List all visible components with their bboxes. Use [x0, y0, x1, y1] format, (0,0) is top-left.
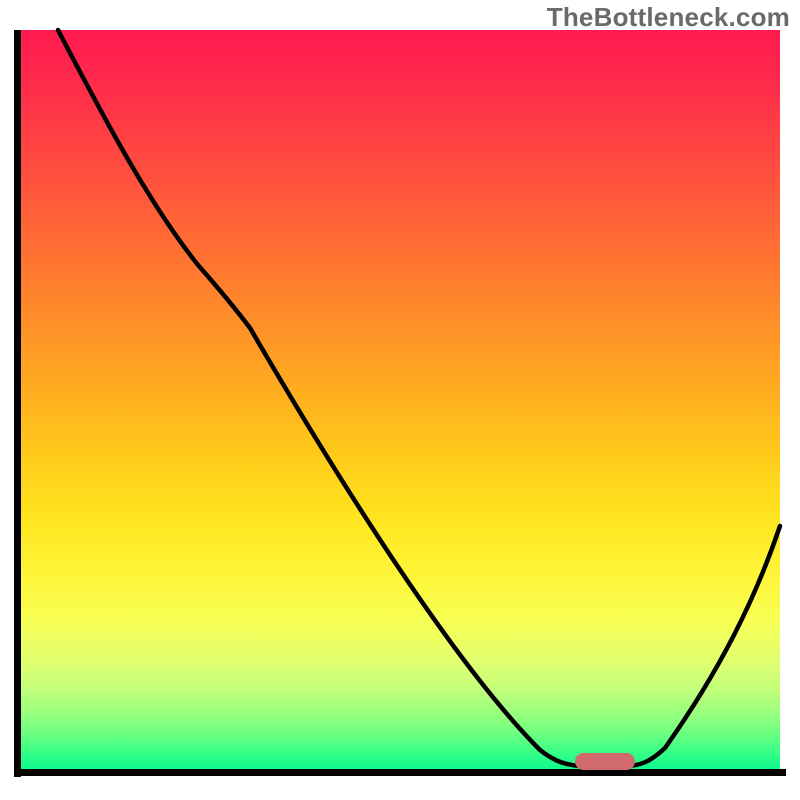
optimal-marker [575, 753, 635, 770]
chart-container: TheBottleneck.com [0, 0, 800, 800]
watermark-label: TheBottleneck.com [547, 2, 790, 33]
line-curve-svg [20, 30, 780, 770]
bottleneck-curve [58, 30, 780, 766]
x-axis-line [14, 769, 786, 776]
